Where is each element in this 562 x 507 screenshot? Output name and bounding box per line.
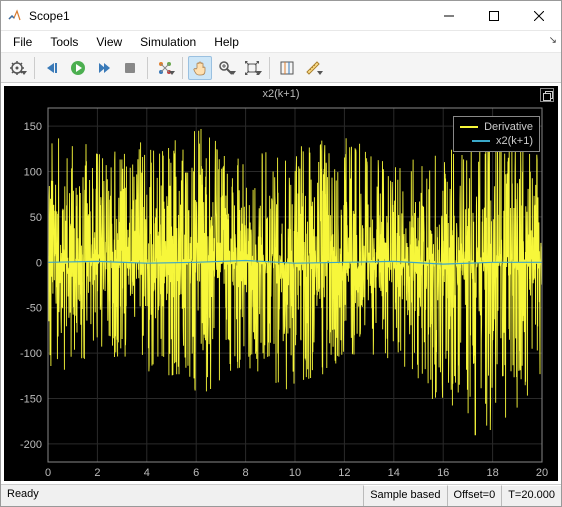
menu-file[interactable]: File <box>5 33 40 51</box>
toolbar-separator <box>269 57 270 79</box>
status-mode: Sample based <box>363 485 446 506</box>
zoom-icon[interactable] <box>214 56 238 80</box>
dock-icon[interactable]: ↘ <box>549 35 557 46</box>
cursor-icon[interactable] <box>275 56 299 80</box>
svg-text:6: 6 <box>193 467 199 479</box>
svg-text:8: 8 <box>243 467 249 479</box>
menu-tools[interactable]: Tools <box>42 33 86 51</box>
status-offset: Offset=0 <box>447 485 502 506</box>
svg-text:0: 0 <box>45 467 51 479</box>
legend-item-x2: x2(k+1) <box>460 134 533 148</box>
window-buttons <box>426 1 561 30</box>
step-forward-icon[interactable] <box>92 56 116 80</box>
plot-container: x2(k+1) 0 2 4 6 8 10 12 14 16 18 20 -200 -150 -100 -50… <box>1 83 561 484</box>
scale-icon[interactable] <box>240 56 264 80</box>
toolbar-separator <box>147 57 148 79</box>
legend-label: x2(k+1) <box>496 135 533 147</box>
window-title: Scope1 <box>29 9 426 23</box>
svg-text:18: 18 <box>486 467 498 479</box>
svg-text:150: 150 <box>24 121 42 133</box>
legend-label: Derivative <box>484 121 533 133</box>
menu-view[interactable]: View <box>88 33 130 51</box>
toolbar-separator <box>34 57 35 79</box>
matlab-icon <box>7 8 23 24</box>
toolbar <box>1 53 561 83</box>
svg-text:100: 100 <box>24 167 42 179</box>
menu-help[interactable]: Help <box>206 33 247 51</box>
statusbar: Ready Sample based Offset=0 T=20.000 <box>1 484 561 506</box>
toolbar-separator <box>182 57 183 79</box>
svg-text:14: 14 <box>388 467 400 479</box>
legend[interactable]: Derivative x2(k+1) <box>453 116 540 152</box>
menu-simulation[interactable]: Simulation <box>132 33 204 51</box>
svg-text:-50: -50 <box>26 303 42 315</box>
pan-icon[interactable] <box>188 56 212 80</box>
svg-text:12: 12 <box>338 467 350 479</box>
close-button[interactable] <box>516 1 561 30</box>
svg-text:2: 2 <box>94 467 100 479</box>
svg-text:-150: -150 <box>20 393 42 405</box>
svg-text:16: 16 <box>437 467 449 479</box>
stop-icon[interactable] <box>118 56 142 80</box>
svg-text:-200: -200 <box>20 439 42 451</box>
maximize-button[interactable] <box>471 1 516 30</box>
scope-window: Scope1 File Tools View Simulation Help ↘… <box>0 0 562 507</box>
svg-text:50: 50 <box>30 212 42 224</box>
minimize-button[interactable] <box>426 1 471 30</box>
menubar: File Tools View Simulation Help ↘ <box>1 31 561 53</box>
signals-icon[interactable] <box>153 56 177 80</box>
step-back-icon[interactable] <box>40 56 64 80</box>
status-ready: Ready <box>1 485 363 506</box>
svg-text:20: 20 <box>536 467 548 479</box>
run-icon[interactable] <box>66 56 90 80</box>
status-time: T=20.000 <box>501 485 561 506</box>
svg-text:4: 4 <box>144 467 150 479</box>
plot-area[interactable]: x2(k+1) 0 2 4 6 8 10 12 14 16 18 20 -200 -150 -100 -50… <box>4 86 558 481</box>
svg-text:10: 10 <box>289 467 301 479</box>
titlebar[interactable]: Scope1 <box>1 1 561 31</box>
legend-swatch <box>460 126 478 128</box>
svg-text:-100: -100 <box>20 348 42 360</box>
settings-icon[interactable] <box>5 56 29 80</box>
legend-item-derivative: Derivative <box>460 120 533 134</box>
measure-icon[interactable] <box>301 56 325 80</box>
svg-text:0: 0 <box>36 257 42 269</box>
legend-swatch <box>472 140 490 142</box>
